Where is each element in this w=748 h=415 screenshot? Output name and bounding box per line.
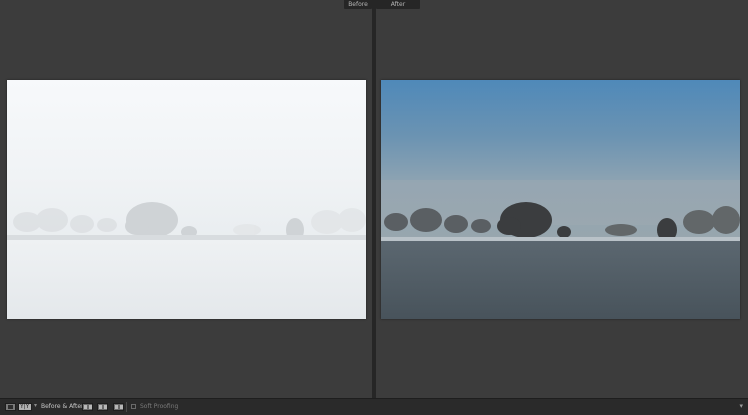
before-label: Before — [344, 0, 372, 9]
soft-proofing-label: Soft Proofing — [140, 403, 179, 410]
copy-settings-icon[interactable] — [97, 403, 108, 411]
swap-settings-icon[interactable] — [82, 403, 93, 411]
pane-divider — [372, 0, 376, 398]
before-photo[interactable] — [7, 80, 366, 319]
before-after-button-label: Y|Y — [20, 403, 30, 410]
before-after-button[interactable]: Y|Y — [18, 403, 32, 411]
toolbar: Y|Y ▾ Before & After : Soft Proofing ▾ — [0, 398, 748, 415]
toolbar-menu-icon[interactable]: ▾ — [739, 402, 743, 410]
swap-views-icon[interactable] — [113, 403, 124, 411]
loupe-view-icon[interactable] — [5, 403, 16, 411]
after-label: After — [376, 0, 420, 9]
before-after-dropdown-icon[interactable]: ▾ — [34, 402, 37, 409]
after-photo[interactable] — [381, 80, 740, 319]
after-photo-image — [381, 80, 740, 319]
soft-proofing-checkbox[interactable] — [131, 404, 136, 409]
toolbar-separator — [126, 402, 127, 412]
before-after-label: Before & After : — [41, 403, 88, 410]
before-photo-image — [7, 80, 366, 319]
